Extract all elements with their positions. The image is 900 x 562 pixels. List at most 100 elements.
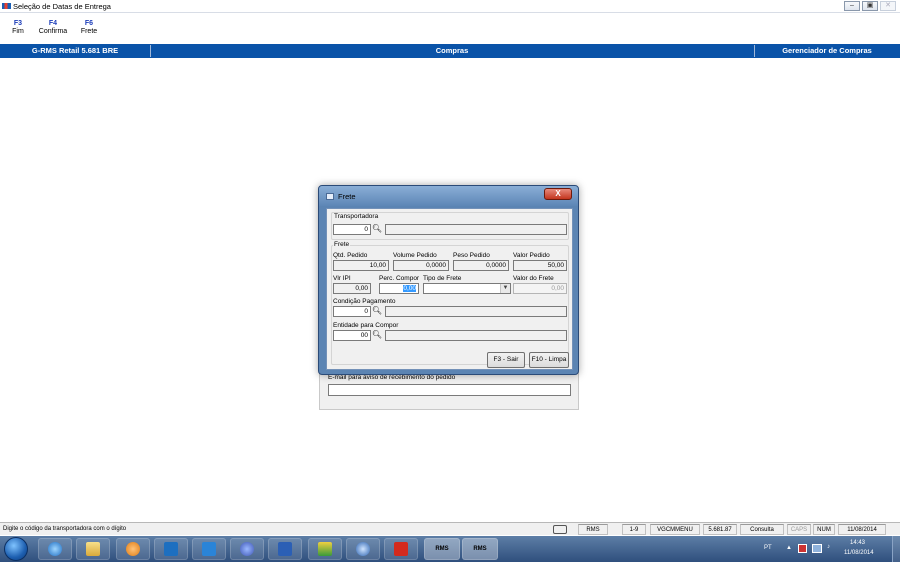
taskbar-lync[interactable] (192, 538, 226, 560)
taskbar-outlook[interactable] (154, 538, 188, 560)
taskbar-cash-app[interactable] (308, 538, 342, 560)
entidade-compor-label: Entidade para Compor (333, 322, 399, 329)
volume-pedido-field: 0,0000 (393, 260, 449, 271)
maximize-button[interactable]: ▣ (862, 1, 878, 11)
action-center-icon[interactable] (798, 544, 807, 553)
status-mode: Consulta (740, 524, 784, 535)
fkey-fim-label: Fim (12, 28, 24, 35)
volume-icon[interactable]: ♪ (827, 544, 830, 550)
taskbar-media-player[interactable] (116, 538, 150, 560)
entidade-compor-name-field (385, 330, 567, 341)
valor-frete-field: 0,00 (513, 283, 567, 294)
outlook-icon (164, 542, 178, 556)
condicao-pagamento-search-icon[interactable]: 🔍︎ (371, 306, 383, 317)
condicao-pagamento-code-input[interactable]: 0 (333, 306, 371, 317)
fkey-fim[interactable]: F3 Fim (8, 20, 28, 35)
taskbar-file-explorer[interactable] (76, 538, 110, 560)
clock-time[interactable]: 14:43 (850, 540, 865, 546)
peso-pedido-field: 0,0000 (453, 260, 509, 271)
tipo-frete-select[interactable]: ▼ (423, 283, 511, 294)
status-bar: Digite o código da transportadora com o … (0, 522, 900, 535)
taskbar-rms-2[interactable]: RMS (462, 538, 498, 560)
close-button[interactable]: ✕ (880, 1, 896, 11)
word-icon (278, 542, 292, 556)
fkey-frete[interactable]: F6 Frete (78, 20, 100, 35)
frete-dialog: Frete X Transportadora 0 🔍︎ Frete Qtd. P… (318, 185, 579, 375)
network-icon[interactable] (812, 544, 822, 553)
peso-pedido-label: Peso Pedido (453, 252, 490, 259)
condicao-pagamento-label: Condição Pagamento (333, 298, 396, 305)
chevron-down-icon[interactable]: ▼ (500, 284, 510, 293)
manager-name: Gerenciador de Compras (782, 46, 872, 55)
transportadora-code-input[interactable]: 0 (333, 224, 371, 235)
status-version: 5.681.87 (703, 524, 737, 535)
module-name: Compras (435, 46, 469, 55)
entidade-compor-search-icon[interactable]: 🔍︎ (371, 330, 383, 341)
status-message: Digite o código da transportadora com o … (3, 526, 127, 532)
show-desktop-button[interactable] (892, 536, 900, 562)
frete-group-label: Frete (333, 241, 351, 248)
taskbar-word[interactable] (268, 538, 302, 560)
transportadora-search-icon[interactable]: 🔍︎ (371, 224, 383, 235)
status-menu: VGCMMENU (650, 524, 700, 535)
taskbar-network-app[interactable] (230, 538, 264, 560)
acrobat-icon (394, 542, 408, 556)
sair-button[interactable]: F3 - Sair (487, 352, 525, 368)
valor-pedido-label: Valor Pedido (513, 252, 550, 259)
folder-icon (86, 542, 100, 556)
transportadora-label: Transportadora (333, 213, 380, 220)
module-header: G-RMS Retail 5.681 BRE Compras Gerenciad… (0, 44, 900, 58)
limpa-button[interactable]: F10 - Limpa (529, 352, 569, 368)
condicao-pagamento-name-field (385, 306, 567, 317)
email-field[interactable] (328, 384, 571, 396)
remote-desktop-icon (356, 542, 370, 556)
window-title: Seleção de Datas de Entrega (13, 2, 111, 11)
status-num: NUM (813, 524, 835, 535)
dialog-titlebar: Frete X (319, 186, 578, 206)
perc-compor-label: Perc. Compor (379, 275, 420, 282)
app-version: G-RMS Retail 5.681 BRE (31, 46, 119, 55)
taskbar-acrobat[interactable] (384, 538, 418, 560)
vlr-ipi-label: Vlr IPI (333, 275, 351, 282)
qtd-pedido-field: 10,00 (333, 260, 389, 271)
dialog-window-icon (326, 193, 334, 200)
fkey-confirma[interactable]: F4 Confirma (36, 20, 70, 35)
tray-expand-icon[interactable]: ▲ (786, 545, 792, 551)
taskbar: RMS RMS PT ▲ ♪ 14:43 11/08/2014 (0, 536, 900, 562)
app-icon (2, 3, 11, 9)
status-range: 1-9 (622, 524, 646, 535)
dialog-title: Frete (338, 192, 356, 201)
fkey-fim-key: F3 (13, 20, 23, 27)
taskbar-remote-app[interactable] (346, 538, 380, 560)
start-button[interactable] (4, 537, 28, 561)
status-caps: CAPS (787, 524, 811, 535)
perc-compor-input[interactable]: 0,00 (379, 283, 419, 294)
dialog-close-button[interactable]: X (544, 188, 572, 200)
perc-compor-value: 0,00 (403, 285, 416, 292)
infinity-icon (240, 542, 254, 556)
clock-date[interactable]: 11/08/2014 (844, 550, 874, 556)
tipo-frete-label: Tipo de Frete (423, 275, 462, 282)
keyboard-indicator-icon (553, 525, 567, 534)
entidade-compor-code-input[interactable]: 00 (333, 330, 371, 341)
volume-pedido-label: Volume Pedido (393, 252, 437, 259)
media-player-icon (126, 542, 140, 556)
fkey-frete-key: F6 (84, 20, 94, 27)
status-date: 11/08/2014 (838, 524, 886, 535)
qtd-pedido-label: Qtd. Pedido (333, 252, 368, 259)
fkey-confirma-key: F4 (48, 20, 58, 27)
taskbar-internet-explorer[interactable] (38, 538, 72, 560)
window-titlebar: Seleção de Datas de Entrega ‒ ▣ ✕ (0, 0, 900, 13)
internet-explorer-icon (48, 542, 62, 556)
vlr-ipi-field: 0,00 (333, 283, 371, 294)
language-indicator[interactable]: PT (764, 545, 772, 551)
system-tray: PT ▲ ♪ 14:43 11/08/2014 (740, 536, 900, 562)
taskbar-rms-1[interactable]: RMS (424, 538, 460, 560)
minimize-button[interactable]: ‒ (844, 1, 860, 11)
transportadora-name-field (385, 224, 567, 235)
function-key-toolbar: F3 Fim F4 Confirma F6 Frete (0, 14, 900, 42)
dialog-body: Transportadora 0 🔍︎ Frete Qtd. Pedido 10… (326, 208, 573, 370)
valor-pedido-field: 50,00 (513, 260, 567, 271)
valor-frete-label: Valor do Frete (513, 275, 554, 282)
fkey-frete-label: Frete (80, 28, 98, 35)
